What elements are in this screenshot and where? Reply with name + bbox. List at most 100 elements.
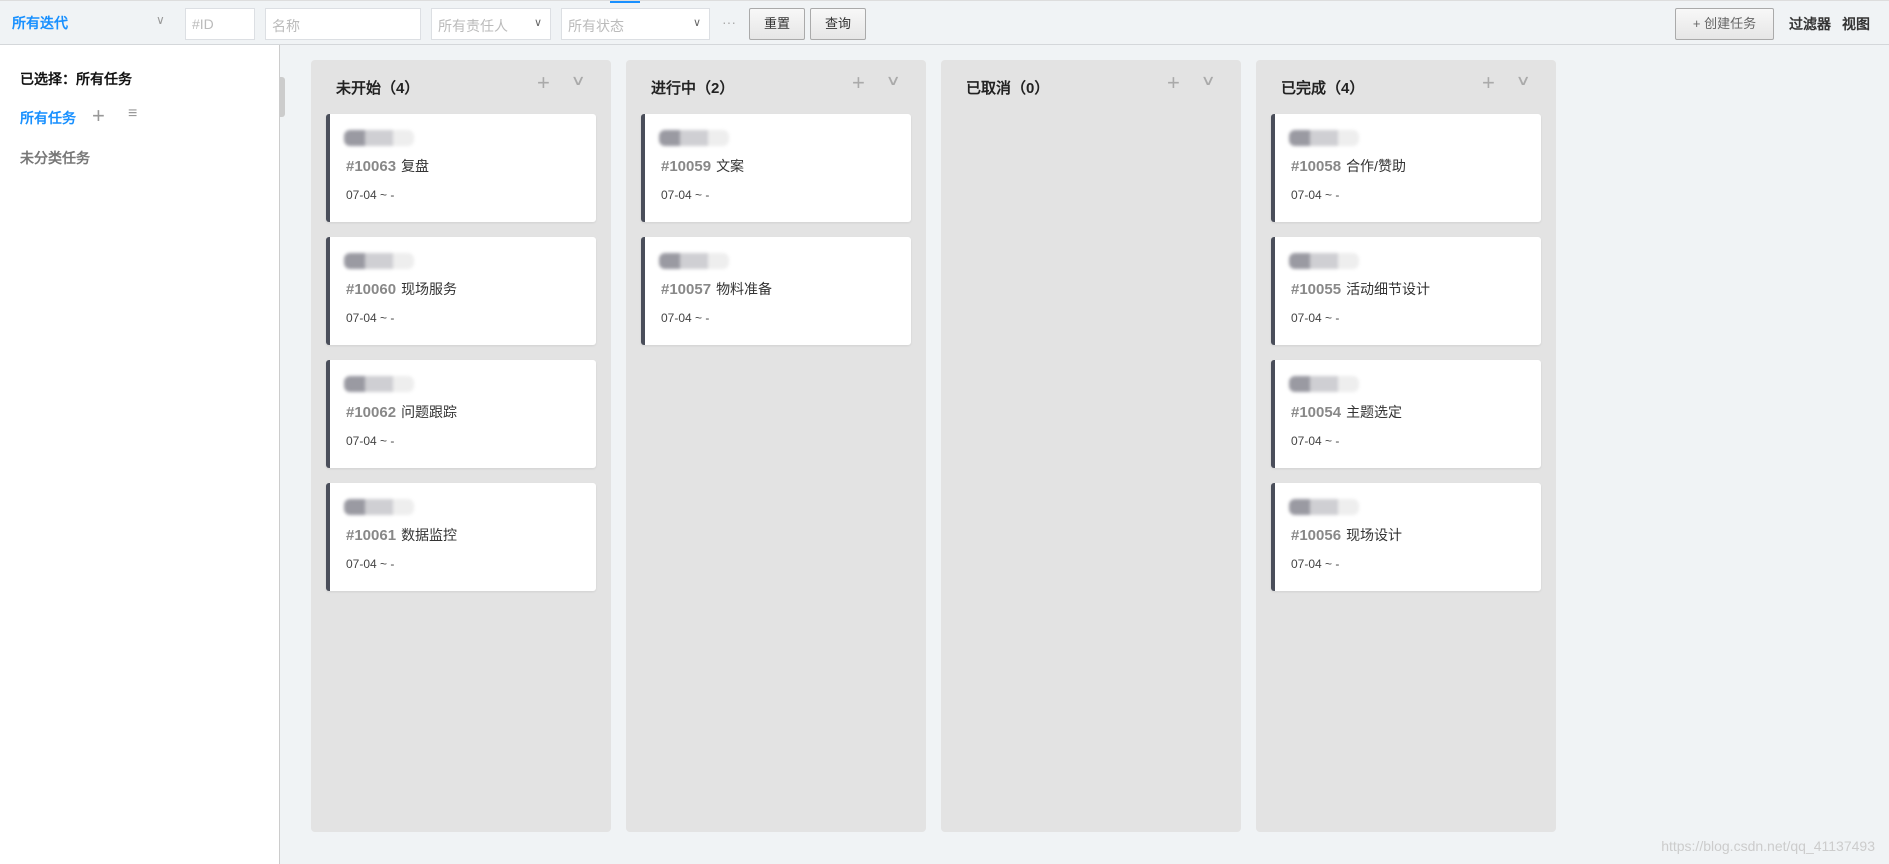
task-name: 物料准备 [716,281,773,297]
task-id: #10055 [1291,281,1342,298]
status-value: 所有状态 [568,18,624,34]
avatar [344,130,414,146]
task-id: #10059 [661,158,712,175]
task-date: 07-04 ~ - [661,311,710,325]
card-title: #10061 数据监控 [346,525,457,545]
query-button[interactable]: 查询 [810,8,866,40]
chevron-down-icon: ∨ [533,17,542,29]
avatar [1289,253,1359,269]
kanban-column: 已取消（0） + ∨ [941,60,1241,832]
tab-indicator [610,1,640,3]
avatar [659,130,729,146]
card-title: #10058 合作/赞助 [1291,156,1406,176]
chevron-down-icon[interactable]: ∨ [885,72,900,89]
task-id: #10054 [1291,404,1342,421]
kanban-column: 进行中（2） + ∨ #10059 文案 07-04 ~ - #10057 物料准备… [626,60,926,832]
add-icon[interactable]: + [1482,70,1495,96]
add-icon[interactable]: + [1167,70,1180,96]
status-select[interactable]: 所有状态 ∨ [561,8,710,40]
selected-label: 已选择：所有任务 [20,69,132,89]
sidebar-item-uncategorized[interactable]: 未分类任务 [20,148,90,168]
chevron-down-icon[interactable]: ∨ [1200,72,1215,89]
kanban-column: 已完成（4） + ∨ #10058 合作/赞助 07-04 ~ - #10055 活… [1256,60,1556,832]
assignee-value: 所有责任人 [438,18,508,34]
add-icon[interactable]: + [852,70,865,96]
column-title: 未开始（4） [336,80,420,97]
task-date: 07-04 ~ - [1291,188,1340,202]
task-card[interactable]: #10060 现场服务 07-04 ~ - [326,237,596,345]
collapse-handle[interactable] [279,77,285,117]
task-id: #10062 [346,404,397,421]
avatar [344,376,414,392]
view-button[interactable]: 视图 [1842,14,1870,34]
add-icon[interactable]: + [92,103,105,129]
card-title: #10059 文案 [661,156,744,176]
chevron-down-icon[interactable]: ∨ [156,13,165,27]
card-title: #10054 主题选定 [1291,402,1402,422]
task-date: 07-04 ~ - [661,188,710,202]
chevron-down-icon[interactable]: ∨ [570,72,585,89]
task-date: 07-04 ~ - [1291,311,1340,325]
task-name: 问题跟踪 [401,404,458,420]
task-name: 合作/赞助 [1346,158,1406,174]
avatar [1289,499,1359,515]
card-title: #10062 问题跟踪 [346,402,457,422]
task-id: #10061 [346,527,397,544]
task-card[interactable]: #10055 活动细节设计 07-04 ~ - [1271,237,1541,345]
task-card[interactable]: #10063 复盘 07-04 ~ - [326,114,596,222]
task-card[interactable]: #10054 主题选定 07-04 ~ - [1271,360,1541,468]
task-name: 现场服务 [401,281,458,297]
column-title: 已完成（4） [1281,80,1365,97]
kanban-column: 未开始（4） + ∨ #10063 复盘 07-04 ~ - #10060 现场服务… [311,60,611,832]
task-id: #10058 [1291,158,1342,175]
card-title: #10060 现场服务 [346,279,457,299]
task-date: 07-04 ~ - [346,434,395,448]
task-card[interactable]: #10061 数据监控 07-04 ~ - [326,483,596,591]
chevron-down-icon[interactable]: ∨ [1515,72,1530,89]
task-card[interactable]: #10062 问题跟踪 07-04 ~ - [326,360,596,468]
task-id: #10056 [1291,527,1342,544]
task-id: #10057 [661,281,712,298]
task-card[interactable]: #10056 现场设计 07-04 ~ - [1271,483,1541,591]
task-name: 文案 [716,158,745,174]
id-input[interactable]: #ID [185,8,255,40]
column-title: 进行中（2） [651,80,735,97]
add-icon[interactable]: + [537,70,550,96]
chevron-down-icon: ∨ [692,17,701,29]
avatar [659,253,729,269]
list-icon[interactable]: ≡ [128,105,137,123]
more-icon[interactable]: ··· [722,14,736,30]
task-card[interactable]: #10059 文案 07-04 ~ - [641,114,911,222]
iteration-select[interactable]: 所有迭代 [12,13,68,33]
task-card[interactable]: #10058 合作/赞助 07-04 ~ - [1271,114,1541,222]
task-name: 主题选定 [1346,404,1403,420]
avatar [1289,376,1359,392]
task-date: 07-04 ~ - [1291,434,1340,448]
task-name: 数据监控 [401,527,458,543]
card-title: #10056 现场设计 [1291,525,1402,545]
task-date: 07-04 ~ - [1291,557,1340,571]
avatar [344,253,414,269]
task-id: #10063 [346,158,397,175]
task-date: 07-04 ~ - [346,557,395,571]
card-title: #10057 物料准备 [661,279,772,299]
create-task-button[interactable]: + 创建任务 [1675,8,1774,40]
task-date: 07-04 ~ - [346,188,395,202]
task-id: #10060 [346,281,397,298]
task-card[interactable]: #10057 物料准备 07-04 ~ - [641,237,911,345]
name-input[interactable]: 名称 [265,8,421,40]
avatar [1289,130,1359,146]
toolbar: 所有迭代 ∨ #ID 名称 所有责任人 ∨ 所有状态 ∨ ··· 重置 查询 + 创… [0,0,1889,45]
watermark: https://blog.csdn.net/qq_41137493 [1661,838,1875,854]
avatar [344,499,414,515]
column-title: 已取消（0） [966,80,1050,97]
assignee-select[interactable]: 所有责任人 ∨ [431,8,551,40]
selected-prefix: 已选择： [20,71,76,87]
task-name: 现场设计 [1346,527,1403,543]
sidebar-item-all-tasks[interactable]: 所有任务 [20,108,76,128]
reset-button[interactable]: 重置 [749,8,805,40]
filter-button[interactable]: 过滤器 [1789,14,1831,34]
task-name: 复盘 [401,158,430,174]
task-name: 活动细节设计 [1346,281,1431,297]
sidebar: 已选择：所有任务 所有任务 + ≡ 未分类任务 [0,45,280,864]
